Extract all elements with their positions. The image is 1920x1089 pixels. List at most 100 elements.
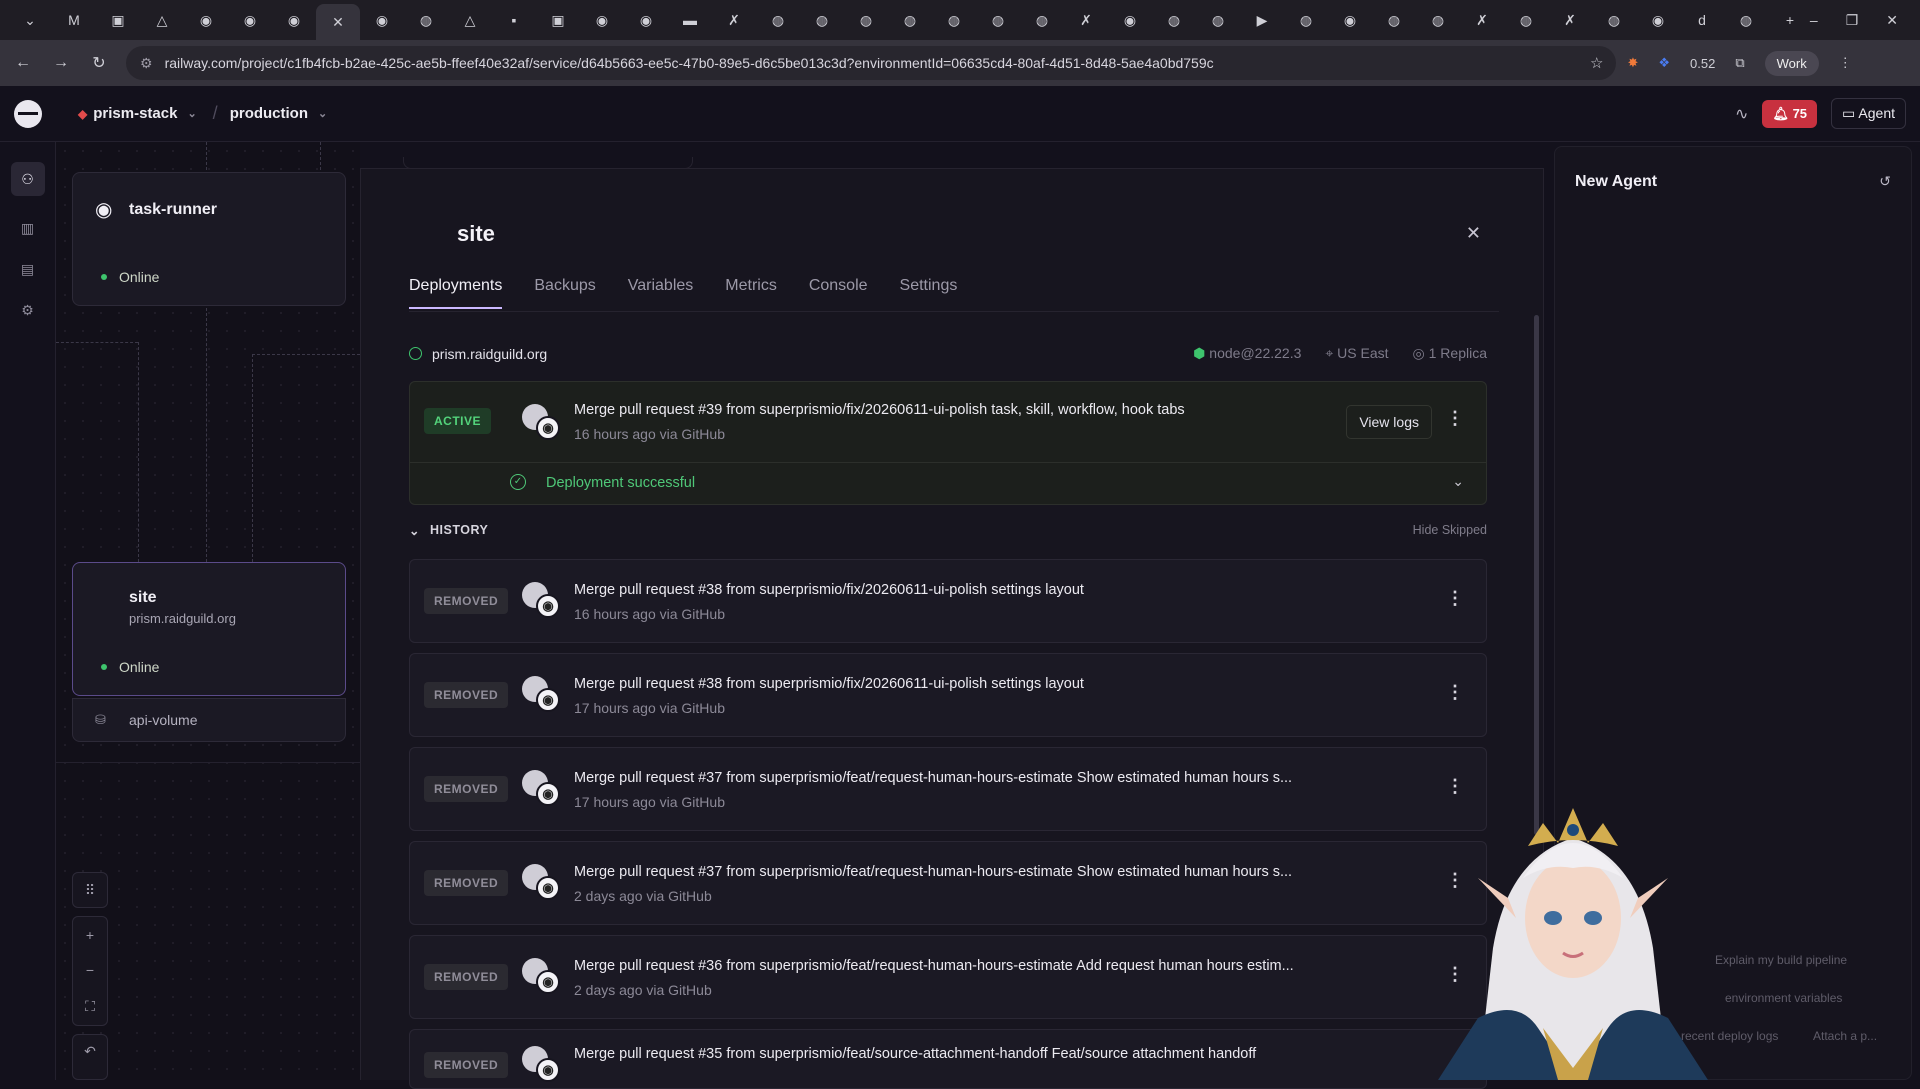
chevron-down-icon[interactable]: ⌄ [1452, 473, 1464, 490]
zoom-in-icon[interactable]: + [86, 927, 94, 943]
hide-skipped-button[interactable]: Hide Skipped [1413, 523, 1487, 538]
history-deployment-row[interactable]: REMOVED ◉ Merge pull request #38 from su… [409, 559, 1487, 643]
web-tab-icon[interactable]: ◍ [844, 4, 888, 36]
suggestion-chip[interactable]: environment variables [1725, 991, 1842, 1005]
volume-card[interactable]: ⛁ api-volume [72, 698, 346, 742]
drive-tab-icon[interactable]: △ [140, 4, 184, 36]
service-card-site[interactable]: site prism.raidguild.org Online [72, 562, 346, 696]
history-deployment-row[interactable]: REMOVED ◉ Merge pull request #37 from su… [409, 747, 1487, 831]
web-tab-icon[interactable]: ◍ [1372, 4, 1416, 36]
app-tab-icon[interactable]: ▬ [668, 4, 712, 36]
profile-button[interactable]: Work [1764, 50, 1819, 76]
web-tab-icon[interactable]: ◍ [404, 4, 448, 36]
restore-icon[interactable]: ❐ [1846, 12, 1859, 29]
web-tab-icon[interactable]: ◍ [1416, 4, 1460, 36]
tab-list-icon[interactable]: ⌄ [8, 4, 52, 36]
tab-metrics[interactable]: Metrics [725, 277, 777, 309]
github-tab-icon[interactable]: ◉ [580, 4, 624, 36]
web-tab-icon[interactable]: ◍ [800, 4, 844, 36]
more-options-icon[interactable]: ⋮ [1446, 408, 1464, 429]
github-tab-icon[interactable]: ◉ [184, 4, 228, 36]
active-deployment-card[interactable]: ACTIVE ◉ Merge pull request #39 from sup… [409, 381, 1487, 505]
back-icon[interactable]: ← [8, 54, 38, 72]
fit-view-icon[interactable]: ⛶ [85, 998, 95, 1015]
web-tab-icon[interactable]: ◍ [1196, 4, 1240, 36]
app-tab-icon[interactable]: d [1680, 4, 1724, 36]
tab-settings[interactable]: Settings [900, 277, 958, 309]
github-tab-icon[interactable]: ◉ [272, 4, 316, 36]
new-tab-icon[interactable]: + [1768, 4, 1812, 36]
logs-icon[interactable]: ▤ [21, 261, 34, 278]
history-deployment-row[interactable]: REMOVED ◉ Merge pull request #36 from su… [409, 935, 1487, 1019]
web-tab-icon[interactable]: ◍ [1504, 4, 1548, 36]
bookmark-star-icon[interactable]: ☆ [1590, 54, 1603, 72]
web-tab-icon[interactable]: ◍ [888, 4, 932, 36]
activity-icon[interactable]: ∿ [1735, 104, 1748, 124]
close-icon[interactable]: ✕ [1466, 223, 1481, 244]
minimize-icon[interactable]: – [1810, 12, 1818, 28]
app-tab-icon[interactable]: ▪ [492, 4, 536, 36]
forward-icon[interactable]: → [46, 54, 76, 72]
tab-deployments[interactable]: Deployments [409, 277, 503, 309]
deployment-status-row[interactable]: ✓ Deployment successful ⌄ [410, 462, 1486, 506]
settings-gear-icon[interactable]: ⚙ [21, 302, 34, 319]
tab-backups[interactable]: Backups [534, 277, 595, 309]
web-tab-icon[interactable]: ◍ [1724, 4, 1768, 36]
web-tab-icon[interactable]: ◍ [1592, 4, 1636, 36]
close-window-icon[interactable]: ✕ [1886, 12, 1898, 29]
site-info-icon[interactable]: ⚙ [140, 55, 153, 72]
extensions-puzzle-icon[interactable]: ⧉ [1735, 55, 1744, 71]
view-logs-button[interactable]: View logs [1346, 405, 1432, 439]
history-toggle[interactable]: ⌄ HISTORY [409, 523, 488, 538]
x-tab-icon[interactable]: ✗ [1064, 4, 1108, 36]
github-tab-icon[interactable]: ◉ [624, 4, 668, 36]
github-tab-icon[interactable]: ◉ [1636, 4, 1680, 36]
observability-icon[interactable]: ▥ [21, 220, 34, 237]
project-selector[interactable]: ◆ prism-stack ⌄ [78, 105, 197, 122]
github-tab-icon[interactable]: ◉ [1108, 4, 1152, 36]
github-tab-icon[interactable]: ◉ [1328, 4, 1372, 36]
tab-console[interactable]: Console [809, 277, 868, 309]
history-deployment-row[interactable]: REMOVED ◉ Merge pull request #35 from su… [409, 1029, 1487, 1089]
browser-menu-icon[interactable]: ⋮ [1839, 55, 1852, 71]
app-tab-icon[interactable]: ▣ [96, 4, 140, 36]
project-canvas[interactable]: ◉ task-runner Online site prism.raidguil… [56, 142, 360, 1080]
zoom-out-icon[interactable]: − [86, 962, 94, 978]
web-tab-icon[interactable]: ◍ [976, 4, 1020, 36]
history-deployment-row[interactable]: REMOVED ◉ Merge pull request #37 from su… [409, 841, 1487, 925]
app-tab-icon[interactable]: ▣ [536, 4, 580, 36]
web-tab-icon[interactable]: ◍ [932, 4, 976, 36]
agent-button[interactable]: ▭ Agent [1831, 98, 1906, 129]
suggestion-chip[interactable]: Explain my build pipeline [1715, 953, 1847, 967]
undo-icon[interactable]: ↶ [84, 1043, 96, 1060]
more-options-icon[interactable]: ⋮ [1446, 682, 1464, 703]
url-field[interactable]: ⚙ railway.com/project/c1fb4fcb-b2ae-425c… [126, 46, 1616, 80]
environment-selector[interactable]: production ⌄ [230, 105, 328, 122]
extension-icon[interactable]: ✸ [1627, 55, 1638, 71]
extension-badge[interactable]: 0.52 [1690, 56, 1715, 71]
public-domain-link[interactable]: prism.raidguild.org [409, 346, 547, 362]
gmail-tab-icon[interactable]: M [52, 4, 96, 36]
railway-logo[interactable] [14, 99, 42, 128]
history-icon[interactable]: ↺ [1879, 173, 1891, 190]
drive-tab-icon[interactable]: △ [448, 4, 492, 36]
more-options-icon[interactable]: ⋮ [1446, 588, 1464, 609]
reload-icon[interactable]: ↻ [84, 53, 114, 73]
web-tab-icon[interactable]: ◍ [1020, 4, 1064, 36]
canvas-grid-button[interactable]: ⠿ [72, 872, 108, 908]
panel-scrollbar[interactable] [1534, 315, 1539, 835]
web-tab-icon[interactable]: ◍ [1152, 4, 1196, 36]
github-tab-icon[interactable]: ◉ [360, 4, 404, 36]
close-tab-icon[interactable]: ✕ [316, 4, 360, 40]
architecture-icon[interactable]: ⚇ [10, 162, 45, 196]
extension-icon[interactable]: ❖ [1658, 55, 1670, 71]
youtube-tab-icon[interactable]: ▶ [1240, 4, 1284, 36]
notifications-button[interactable]: 🔔︎ 75 [1762, 99, 1818, 128]
x-tab-icon[interactable]: ✗ [1548, 4, 1592, 36]
github-tab-icon[interactable]: ◉ [228, 4, 272, 36]
tab-variables[interactable]: Variables [628, 277, 694, 309]
x-tab-icon[interactable]: ✗ [712, 4, 756, 36]
web-tab-icon[interactable]: ◍ [1284, 4, 1328, 36]
x-tab-icon[interactable]: ✗ [1460, 4, 1504, 36]
history-deployment-row[interactable]: REMOVED ◉ Merge pull request #38 from su… [409, 653, 1487, 737]
